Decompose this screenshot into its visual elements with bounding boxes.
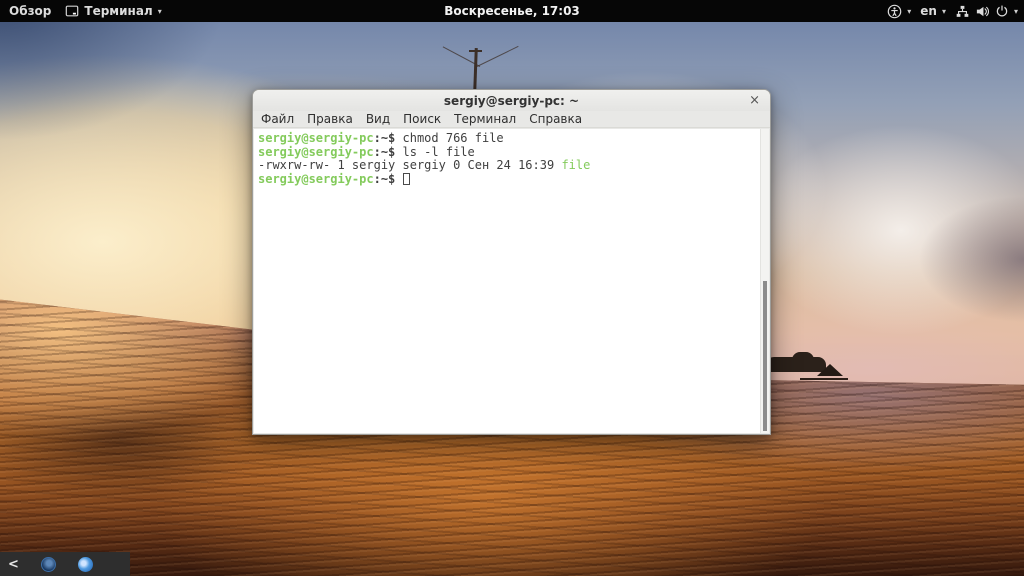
prompt-user: sergiy@sergiy-pc <box>258 144 374 159</box>
prompt-path: :~$ <box>373 144 403 159</box>
scrollbar-thumb[interactable] <box>763 281 767 431</box>
tray-icon-1[interactable] <box>40 556 56 572</box>
executable-filename: file <box>561 158 591 172</box>
terminal-line: sergiy@sergiy-pc:~$ <box>258 171 757 187</box>
terminal-line: -rwxrw-rw- 1 sergiy sergiy 0 Сен 24 16:3… <box>258 158 757 173</box>
menu-terminal[interactable]: Терминал <box>454 112 516 126</box>
menu-file[interactable]: Файл <box>261 112 294 126</box>
accessibility-icon <box>887 4 902 19</box>
command-text: ls -l file <box>402 144 475 159</box>
boat-mast-crossbar <box>469 50 482 52</box>
desktop: Обзор Терминал ▾ Воскресенье, 17:03 ▾ en… <box>0 0 1024 576</box>
accessibility-menu[interactable]: ▾ <box>887 4 911 19</box>
network-icon <box>955 4 970 19</box>
tray-expander-button[interactable]: < <box>8 557 19 572</box>
chevron-down-icon: ▾ <box>941 7 946 16</box>
system-menu[interactable]: ▾ <box>955 4 1018 19</box>
terminal-line: sergiy@sergiy-pc:~$ chmod 766 file <box>258 131 757 146</box>
chevron-down-icon: ▾ <box>157 7 162 16</box>
terminal-cursor <box>402 172 410 185</box>
terminal-screen[interactable]: sergiy@sergiy-pc:~$ chmod 766 file sergi… <box>254 129 769 433</box>
scrollbar-track[interactable] <box>760 129 769 433</box>
top-panel: Обзор Терминал ▾ Воскресенье, 17:03 ▾ en… <box>0 0 1024 22</box>
bottom-tray: < <box>0 552 130 576</box>
window-menubar: Файл Правка Вид Поиск Терминал Справка <box>253 111 770 128</box>
menu-edit[interactable]: Правка <box>307 112 353 126</box>
tray-icon-2[interactable] <box>77 556 93 572</box>
window-titlebar[interactable]: sergiy@sergiy-pc: ~ × <box>253 90 770 111</box>
close-button[interactable]: × <box>746 90 763 111</box>
terminal-window: sergiy@sergiy-pc: ~ × Файл Правка Вид По… <box>252 89 771 435</box>
chevron-down-icon: ▾ <box>1013 7 1018 16</box>
power-icon <box>995 4 1009 18</box>
volume-icon <box>975 4 990 19</box>
prompt-user: sergiy@sergiy-pc <box>258 171 374 186</box>
island-hut-silhouette <box>817 364 843 376</box>
language-label: en <box>920 4 937 18</box>
menu-search[interactable]: Поиск <box>403 112 441 126</box>
terminal-app-icon <box>65 4 79 18</box>
prompt-path: :~$ <box>373 131 403 145</box>
language-menu[interactable]: en ▾ <box>920 4 946 18</box>
prompt-path: :~$ <box>373 171 403 186</box>
island-pier-silhouette <box>800 378 848 380</box>
menu-view[interactable]: Вид <box>366 112 390 126</box>
chevron-down-icon: ▾ <box>907 7 912 16</box>
menu-help[interactable]: Справка <box>529 112 582 126</box>
window-title: sergiy@sergiy-pc: ~ <box>443 93 580 108</box>
app-menu-label: Терминал <box>84 4 153 18</box>
app-menu-terminal[interactable]: Терминал ▾ <box>65 4 162 18</box>
terminal-line: sergiy@sergiy-pc:~$ ls -l file <box>258 144 757 160</box>
prompt-user: sergiy@sergiy-pc <box>258 131 374 145</box>
activities-button[interactable]: Обзор <box>9 4 51 18</box>
command-text: chmod 766 file <box>402 131 504 145</box>
command-output: -rwxrw-rw- 1 sergiy sergiy 0 Сен 24 16:3… <box>258 158 562 172</box>
